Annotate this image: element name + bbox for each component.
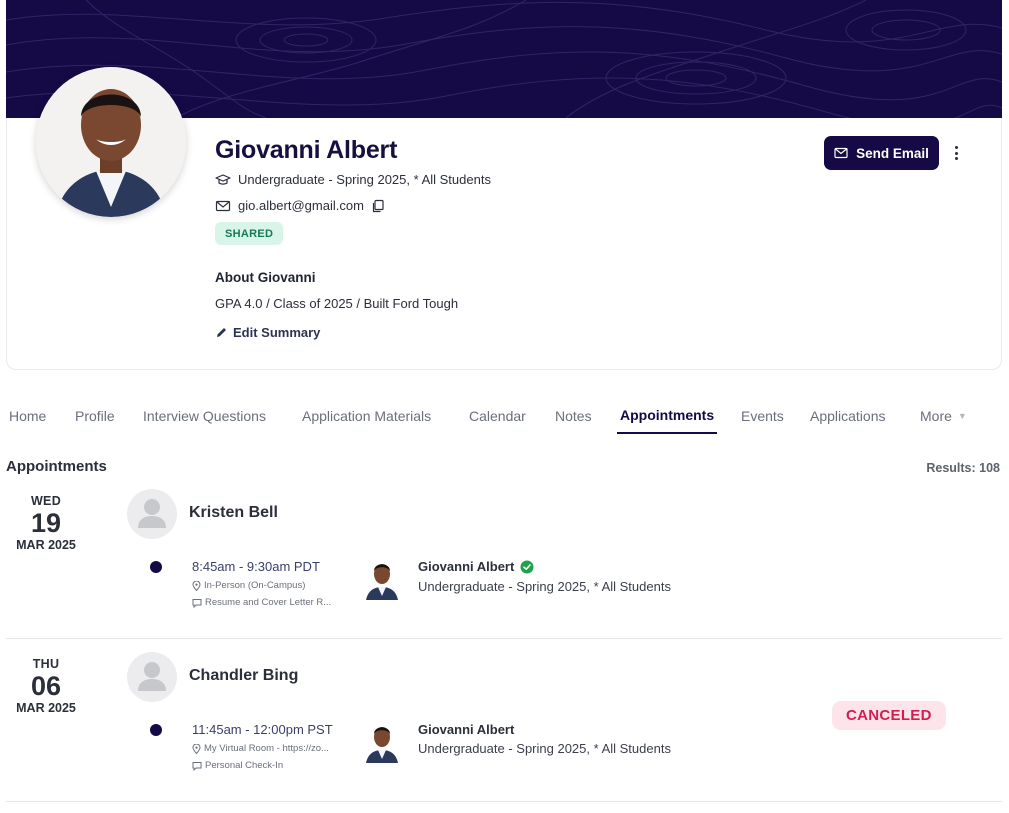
day-number: 19 — [30, 508, 62, 538]
date-block: WED 19 MAR 2025 — [6, 494, 86, 552]
student-program: Undergraduate - Spring 2025, * All Stude… — [418, 579, 671, 594]
row-divider — [6, 801, 1002, 802]
edit-summary-label: Edit Summary — [233, 325, 321, 340]
about-text: GPA 4.0 / Class of 2025 / Built Ford Tou… — [215, 296, 459, 311]
more-options-icon[interactable] — [948, 142, 964, 164]
student-name: Giovanni Albert — [215, 136, 398, 164]
student-name-link[interactable]: Giovanni Albert — [418, 559, 534, 574]
tab-notes[interactable]: Notes — [555, 398, 592, 434]
tab-profile[interactable]: Profile — [75, 398, 115, 434]
student-name-text: Giovanni Albert — [418, 559, 515, 574]
day-of-week: THU — [32, 657, 60, 671]
advisor-avatar — [127, 652, 177, 702]
comment-icon — [192, 598, 202, 608]
tab-applications[interactable]: Applications — [810, 398, 886, 434]
comment-icon — [192, 761, 202, 771]
location-line: My Virtual Room - https://zo... — [192, 743, 329, 754]
user-placeholder-icon — [138, 662, 166, 691]
topic-text: Resume and Cover Letter R... — [205, 597, 332, 608]
student-photo — [366, 564, 398, 600]
advisor-name[interactable]: Chandler Bing — [189, 667, 298, 685]
tab-calendar[interactable]: Calendar — [469, 398, 526, 434]
appointment-time: 11:45am - 12:00pm PST — [192, 722, 333, 737]
appointment-time: 8:45am - 9:30am PDT — [192, 559, 320, 574]
tab-more-label: More — [920, 408, 952, 424]
email-line: gio.albert@gmail.com — [215, 198, 385, 213]
topic-line: Personal Check-In — [192, 760, 283, 771]
student-program: Undergraduate - Spring 2025, * All Stude… — [418, 741, 671, 756]
tab-home[interactable]: Home — [9, 398, 46, 434]
program-line: Undergraduate - Spring 2025, * All Stude… — [215, 172, 491, 187]
month-year: MAR 2025 — [16, 538, 76, 552]
send-email-button[interactable]: Send Email — [824, 136, 939, 170]
location-text: In-Person (On-Campus) — [204, 580, 306, 591]
shared-badge: SHARED — [215, 222, 284, 245]
canceled-badge: CANCELED — [832, 701, 946, 730]
date-block: THU 06 MAR 2025 — [6, 657, 86, 715]
status-dot — [150, 561, 162, 573]
topic-line: Resume and Cover Letter R... — [192, 597, 331, 608]
tab-more[interactable]: More ▼ — [920, 398, 967, 434]
student-avatar — [363, 719, 401, 763]
profile-avatar — [36, 67, 186, 217]
location-pin-icon — [192, 743, 201, 754]
pencil-icon — [217, 328, 226, 337]
location-text: My Virtual Room - https://zo... — [204, 743, 329, 754]
copy-icon[interactable] — [371, 199, 385, 213]
mail-icon — [215, 200, 231, 211]
program-text: Undergraduate - Spring 2025, * All Stude… — [238, 172, 491, 187]
edit-summary-link[interactable]: Edit Summary — [215, 325, 320, 340]
tab-application-materials[interactable]: Application Materials — [302, 398, 431, 434]
email-text: gio.albert@gmail.com — [238, 198, 364, 213]
verified-check-icon — [520, 560, 534, 573]
status-dot — [150, 724, 162, 736]
graduation-cap-icon — [215, 173, 231, 185]
student-avatar — [363, 556, 401, 600]
day-number: 06 — [30, 671, 62, 701]
mail-icon — [834, 147, 848, 159]
chevron-down-icon: ▼ — [957, 411, 967, 421]
about-title: About Giovanni — [215, 270, 316, 285]
advisor-name[interactable]: Kristen Bell — [189, 504, 278, 522]
profile-tabs: Home Profile Interview Questions Applica… — [0, 398, 1009, 436]
tab-appointments[interactable]: Appointments — [617, 398, 718, 434]
topic-text: Personal Check-In — [205, 760, 284, 771]
profile-photo — [36, 67, 186, 217]
appointment-item[interactable]: THU 06 MAR 2025 Chandler Bing 11:45am - … — [6, 651, 1002, 802]
student-photo — [366, 727, 398, 763]
student-name-link[interactable]: Giovanni Albert — [418, 722, 514, 737]
row-divider — [6, 638, 1002, 639]
location-line: In-Person (On-Campus) — [192, 580, 305, 591]
location-pin-icon — [192, 580, 201, 591]
student-name-text: Giovanni Albert — [418, 722, 515, 737]
tab-interview-questions[interactable]: Interview Questions — [143, 398, 266, 434]
user-placeholder-icon — [138, 499, 166, 528]
month-year: MAR 2025 — [16, 701, 76, 715]
day-of-week: WED — [30, 494, 62, 508]
results-count: Results: 108 — [926, 461, 1000, 475]
send-email-label: Send Email — [856, 145, 929, 161]
section-title: Appointments — [6, 458, 107, 475]
appointment-item[interactable]: WED 19 MAR 2025 Kristen Bell 8:45am - 9:… — [6, 488, 1002, 639]
advisor-avatar — [127, 489, 177, 539]
tab-events[interactable]: Events — [741, 398, 784, 434]
